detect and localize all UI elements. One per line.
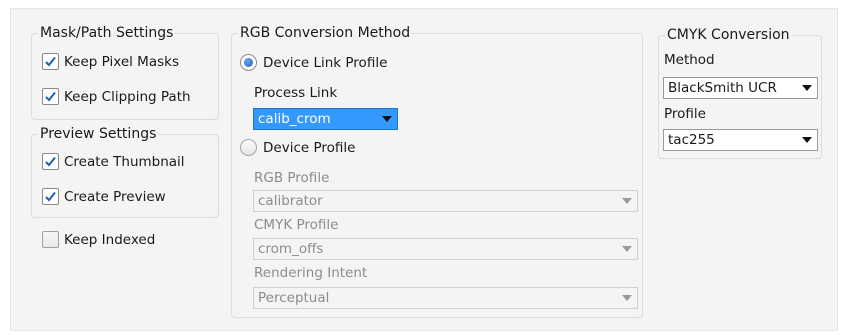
radio-unselected-icon	[240, 139, 257, 156]
rendering-intent-value: Perceptual	[258, 290, 330, 306]
keep-pixel-masks-checkbox[interactable]: Keep Pixel Masks	[42, 53, 179, 70]
process-link-label: Process Link	[254, 85, 338, 101]
cmyk-conversion-title: CMYK Conversion	[665, 27, 792, 43]
rgb-profile-dropdown[interactable]: calibrator	[253, 190, 638, 212]
rendering-intent-dropdown[interactable]: Perceptual	[253, 287, 638, 309]
radio-selected-icon	[240, 54, 257, 71]
preview-settings-group: Preview Settings	[31, 126, 219, 218]
profile-label: Profile	[664, 106, 706, 122]
check-icon	[42, 188, 59, 205]
cmyk-profile-value: crom_offs	[258, 241, 324, 257]
create-preview-label: Create Preview	[64, 188, 166, 205]
chevron-down-icon	[797, 137, 817, 143]
device-profile-radio[interactable]: Device Profile	[240, 139, 355, 156]
chevron-down-icon	[797, 85, 817, 91]
process-link-dropdown[interactable]: calib_crom	[253, 108, 398, 130]
check-icon	[42, 53, 59, 70]
rendering-intent-label: Rendering Intent	[254, 265, 368, 281]
keep-indexed-label: Keep Indexed	[64, 231, 156, 248]
process-link-value: calib_crom	[258, 111, 377, 127]
check-icon	[42, 153, 59, 170]
profile-value: tac255	[668, 132, 715, 148]
checkbox-box	[42, 231, 59, 248]
rgb-profile-label: RGB Profile	[254, 170, 330, 186]
chevron-down-icon	[377, 116, 397, 122]
preview-settings-title: Preview Settings	[38, 126, 159, 142]
method-dropdown[interactable]: BlackSmith UCR	[663, 77, 818, 99]
mask-path-settings-title: Mask/Path Settings	[38, 25, 176, 41]
keep-clipping-path-label: Keep Clipping Path	[64, 88, 191, 105]
keep-pixel-masks-label: Keep Pixel Masks	[64, 53, 179, 70]
create-thumbnail-label: Create Thumbnail	[64, 153, 185, 170]
rgb-conversion-title: RGB Conversion Method	[238, 25, 413, 41]
chevron-down-icon	[617, 198, 637, 204]
device-link-profile-label: Device Link Profile	[263, 54, 388, 71]
profile-dropdown[interactable]: tac255	[663, 129, 818, 151]
method-label: Method	[664, 52, 715, 68]
create-preview-checkbox[interactable]: Create Preview	[42, 188, 166, 205]
keep-indexed-checkbox[interactable]: Keep Indexed	[42, 231, 155, 248]
chevron-down-icon	[617, 295, 637, 301]
keep-clipping-path-checkbox[interactable]: Keep Clipping Path	[42, 88, 191, 105]
cmyk-profile-label: CMYK Profile	[254, 217, 339, 233]
device-profile-label: Device Profile	[263, 139, 356, 156]
check-icon	[42, 88, 59, 105]
cmyk-profile-dropdown[interactable]: crom_offs	[253, 238, 638, 260]
method-value: BlackSmith UCR	[668, 80, 777, 96]
chevron-down-icon	[617, 246, 637, 252]
rgb-profile-value: calibrator	[258, 193, 323, 209]
device-link-profile-radio[interactable]: Device Link Profile	[240, 54, 387, 71]
create-thumbnail-checkbox[interactable]: Create Thumbnail	[42, 153, 185, 170]
mask-path-settings-group: Mask/Path Settings	[31, 25, 219, 120]
